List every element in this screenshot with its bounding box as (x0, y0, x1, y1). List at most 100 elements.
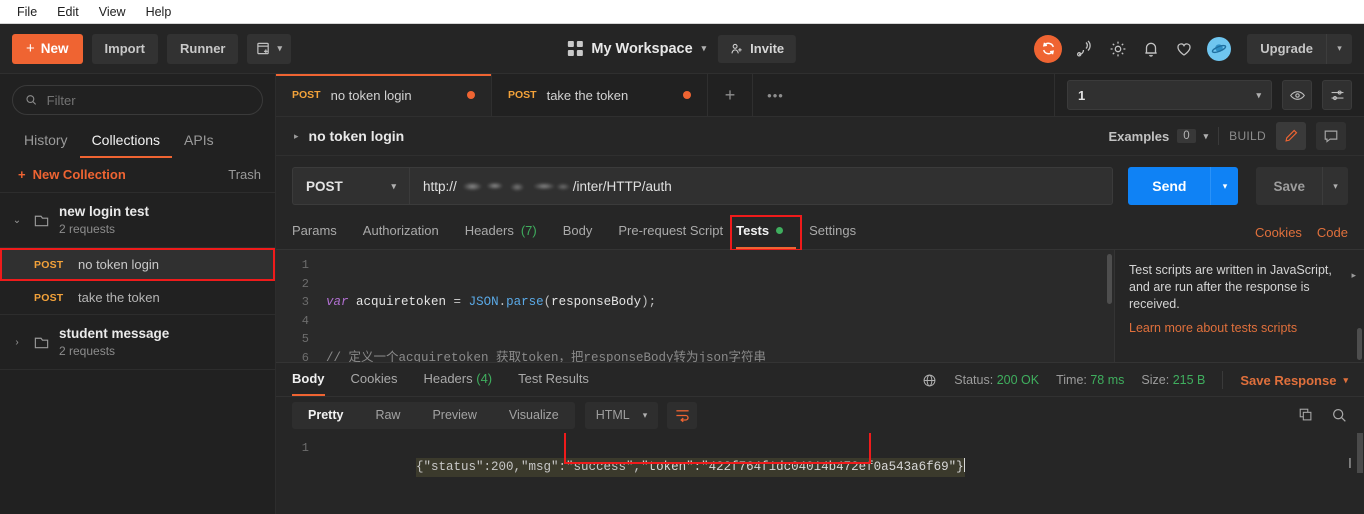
tests-doc-description: Test scripts are written in JavaScript, … (1129, 263, 1332, 311)
tab-options-button[interactable]: ••• (753, 74, 798, 116)
http-method-selector[interactable]: POST ▾ (292, 167, 409, 205)
heart-icon[interactable] (1174, 39, 1194, 59)
save-response-button[interactable]: Save Response ▾ (1240, 373, 1348, 388)
text-caret (963, 458, 966, 472)
tab-headers-label: Headers (464, 223, 514, 238)
examples-selector[interactable]: Examples 0 ▾ (1109, 129, 1209, 144)
learn-more-link[interactable]: Learn more about tests scripts (1129, 320, 1348, 337)
chevron-down-icon: ▾ (642, 409, 648, 420)
tab-settings[interactable]: Settings (796, 223, 869, 249)
import-button[interactable]: Import (91, 33, 158, 64)
save-dropdown-caret[interactable]: ▾ (1322, 167, 1348, 205)
json-object: JSON (468, 295, 499, 309)
upgrade-dropdown-caret[interactable]: ▾ (1326, 33, 1352, 64)
format-pretty[interactable]: Pretty (292, 402, 359, 429)
status-label: Status: (954, 373, 994, 387)
menu-edit[interactable]: Edit (48, 3, 88, 21)
tab-tests[interactable]: Tests (736, 223, 797, 249)
new-collection-button[interactable]: + New Collection (18, 167, 126, 182)
open-tab-no-token-login[interactable]: POST no token login (276, 74, 492, 116)
tab-pre-request-script[interactable]: Pre-request Script (605, 223, 736, 249)
save-request-button[interactable]: Save (1256, 167, 1322, 205)
search-icon[interactable] (1331, 407, 1348, 424)
cookies-link[interactable]: Cookies (1255, 225, 1302, 240)
tab-headers[interactable]: Headers (7) (452, 223, 550, 249)
trash-button[interactable]: Trash (228, 167, 261, 182)
editor-scrollbar[interactable] (1103, 250, 1114, 362)
format-preview[interactable]: Preview (416, 402, 492, 429)
response-body-tools (1298, 407, 1348, 424)
collection-row-new-login-test[interactable]: ⌄ new login test 2 requests (0, 193, 275, 248)
response-format-group: Pretty Raw Preview Visualize (292, 401, 575, 429)
invite-button[interactable]: Invite (718, 34, 797, 63)
tab-authorization[interactable]: Authorization (350, 223, 452, 249)
environment-quick-look-button[interactable] (1282, 80, 1312, 110)
bell-icon[interactable] (1141, 39, 1161, 59)
doc-scrollbar-thumb[interactable] (1357, 328, 1362, 360)
build-mode-button[interactable] (1276, 122, 1306, 150)
menu-file[interactable]: File (8, 3, 46, 21)
menu-view[interactable]: View (90, 3, 135, 21)
format-raw[interactable]: Raw (359, 402, 416, 429)
avatar[interactable] (1207, 36, 1232, 61)
runner-button[interactable]: Runner (166, 33, 239, 64)
request-tabs-right-links: Cookies Code (1255, 225, 1348, 249)
workspace-selector[interactable]: My Workspace ▾ (567, 40, 706, 57)
search-input[interactable] (46, 92, 250, 108)
sidebar-request-no-token-login[interactable]: POST no token login (0, 248, 275, 281)
response-body-viewer[interactable]: 1 {"status":200,"msg":"success","token":… (276, 433, 1364, 514)
tests-documentation-panel: ▸ Test scripts are written in JavaScript… (1115, 250, 1364, 362)
gear-icon[interactable] (1108, 39, 1128, 59)
tab-params[interactable]: Params (292, 223, 350, 249)
upgrade-button[interactable]: Upgrade (1247, 33, 1326, 64)
menu-help[interactable]: Help (137, 3, 181, 21)
response-tab-headers[interactable]: Headers (4) (423, 371, 492, 396)
divider (1222, 371, 1224, 389)
unsaved-dot-icon (467, 91, 475, 99)
response-body-code[interactable]: {"status":200,"msg":"success","token":"4… (318, 433, 1364, 514)
collection-row-student-message[interactable]: › student message 2 requests (0, 315, 275, 370)
new-button[interactable]: + New (12, 33, 83, 64)
open-tab-take-the-token[interactable]: POST take the token (492, 74, 708, 116)
new-tab-button[interactable]: + (708, 74, 753, 116)
response-scrollbar-thumb[interactable] (1357, 433, 1363, 473)
code-link[interactable]: Code (1317, 225, 1348, 240)
response-tab-test-results[interactable]: Test Results (518, 371, 589, 396)
save-response-label: Save Response (1240, 372, 1337, 388)
sync-icon[interactable] (1034, 34, 1063, 63)
environment-selector[interactable]: 1 ▾ (1067, 80, 1272, 110)
new-window-button[interactable]: ▾ (247, 33, 292, 64)
send-button[interactable]: Send (1128, 167, 1211, 205)
response-tab-cookies[interactable]: Cookies (351, 371, 398, 396)
copy-icon[interactable] (1298, 407, 1314, 423)
filter-box[interactable] (12, 85, 263, 115)
format-visualize[interactable]: Visualize (493, 402, 575, 429)
sidebar-tab-history[interactable]: History (12, 132, 80, 158)
app-body: History Collections APIs + New Collectio… (0, 74, 1364, 514)
response-line-numbers: 1 (276, 433, 318, 514)
sidebar-request-take-the-token[interactable]: POST take the token (0, 281, 275, 314)
collection-request-count: 2 requests (59, 222, 116, 236)
environment-settings-button[interactable] (1322, 80, 1352, 110)
comment-mode-button[interactable] (1316, 122, 1346, 150)
sidebar-tab-collections[interactable]: Collections (79, 132, 173, 158)
response-content-type-selector[interactable]: HTML ▾ (584, 401, 659, 429)
send-dropdown-caret[interactable]: ▾ (1210, 167, 1239, 205)
code-line-2: // 定义一个acquiretoken 获取token，把responseBod… (326, 349, 1114, 363)
sidebar-tab-apis[interactable]: APIs (172, 132, 226, 158)
chevron-right-icon[interactable]: › (10, 337, 24, 348)
workspace-selector-area: My Workspace ▾ Invite (567, 34, 797, 63)
chevron-down-icon[interactable]: ⌄ (10, 215, 24, 226)
tab-body[interactable]: Body (550, 223, 606, 249)
response-tab-body[interactable]: Body (292, 371, 325, 396)
chevron-right-icon[interactable]: ▸ (294, 131, 299, 142)
satellite-icon[interactable] (1075, 39, 1095, 59)
chevron-right-icon[interactable]: ▸ (1351, 267, 1356, 284)
workspace-name: My Workspace (591, 40, 693, 57)
menu-bar: File Edit View Help (0, 0, 1364, 24)
word-wrap-button[interactable] (667, 401, 698, 429)
editor-scrollbar-thumb[interactable] (1107, 254, 1112, 304)
url-input[interactable]: http:// /inter/HTTP/auth (409, 167, 1114, 205)
response-body-arg: responseBody (551, 295, 642, 309)
code-editor[interactable]: 1 2 3 4 5 6 var acquiretoken = JSON.pars… (276, 250, 1115, 362)
